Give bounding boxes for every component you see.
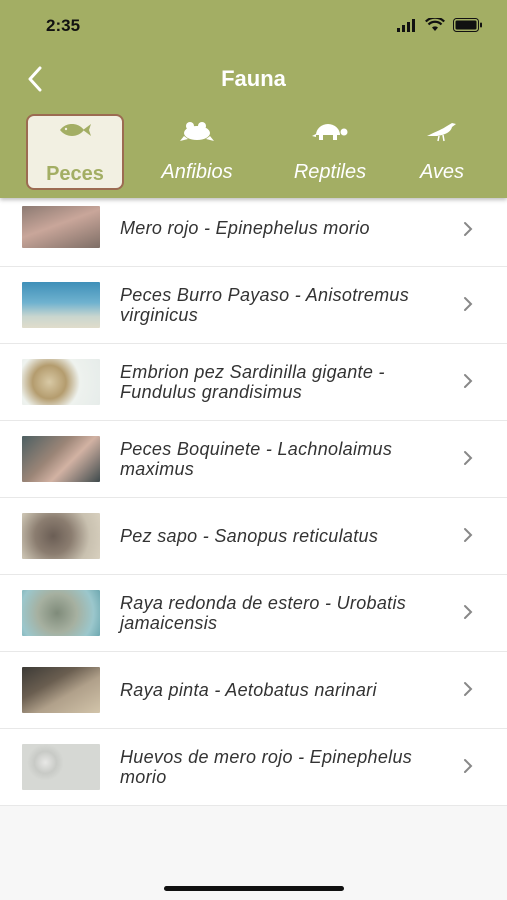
item-thumbnail [22, 359, 100, 405]
page-title: Fauna [221, 66, 286, 91]
bird-icon [404, 120, 480, 142]
list-item[interactable]: Mero rojo - Epinephelus morio [0, 190, 507, 267]
item-name: Huevos de mero rojo - Epinephelus morio [120, 747, 413, 787]
chevron-right-icon [463, 758, 473, 779]
frog-icon [145, 120, 249, 142]
chevron-right-icon [463, 681, 473, 702]
turtle-icon [278, 120, 382, 142]
wifi-icon [425, 16, 445, 37]
fauna-list: Mero rojo - Epinephelus morio Peces Burr… [0, 190, 507, 806]
item-name: Raya redonda de estero - Urobatis jamaic… [120, 593, 407, 633]
tab-reptiles[interactable]: Reptiles [278, 114, 382, 190]
chevron-right-icon [463, 221, 473, 242]
item-thumbnail [22, 282, 100, 328]
item-thumbnail [22, 667, 100, 713]
status-time: 2:35 [46, 16, 81, 35]
chevron-right-icon [463, 373, 473, 394]
item-name: Peces Burro Payaso - Anisotremus virgini… [120, 285, 410, 325]
item-thumbnail [22, 436, 100, 482]
signal-icon [397, 18, 417, 37]
item-name: Embrion pez Sardinilla gigante - Fundulu… [120, 362, 385, 402]
tab-anfibios[interactable]: Anfibios [145, 114, 249, 190]
chevron-right-icon [463, 450, 473, 471]
home-indicator[interactable] [164, 886, 344, 891]
list-item[interactable]: Peces Burro Payaso - Anisotremus virgini… [0, 267, 507, 344]
tab-label: Peces [46, 163, 104, 185]
tab-label: Anfibios [161, 161, 233, 183]
list-item[interactable]: Huevos de mero rojo - Epinephelus morio [0, 729, 507, 806]
app-header: 2:35 Fauna Peces Anfibios Reptiles Aves [0, 0, 507, 198]
list-item[interactable]: Peces Boquinete - Lachnolaimus maximus [0, 421, 507, 498]
list-item[interactable]: Embrion pez Sardinilla gigante - Fundulu… [0, 344, 507, 421]
tab-peces[interactable]: Peces [26, 114, 124, 190]
item-name: Peces Boquinete - Lachnolaimus maximus [120, 439, 393, 479]
chevron-right-icon [463, 604, 473, 625]
item-thumbnail [22, 590, 100, 636]
tab-label: Reptiles [293, 161, 367, 183]
item-name: Pez sapo - Sanopus reticulatus [120, 526, 379, 546]
item-name: Mero rojo - Epinephelus morio [120, 218, 370, 238]
battery-icon [453, 18, 483, 37]
item-name: Raya pinta - Aetobatus narinari [120, 680, 377, 700]
item-thumbnail [22, 206, 100, 248]
list-item[interactable]: Raya redonda de estero - Urobatis jamaic… [0, 575, 507, 652]
item-thumbnail [22, 513, 100, 559]
status-icons [397, 16, 483, 37]
category-tabs: Peces Anfibios Reptiles Aves [0, 114, 507, 194]
list-item[interactable]: Raya pinta - Aetobatus narinari [0, 652, 507, 729]
chevron-right-icon [463, 527, 473, 548]
item-thumbnail [22, 744, 100, 790]
tab-label: Aves [419, 161, 465, 183]
list-item[interactable]: Pez sapo - Sanopus reticulatus [0, 498, 507, 575]
tab-aves[interactable]: Aves [404, 114, 480, 190]
chevron-right-icon [463, 296, 473, 317]
fish-icon [28, 122, 122, 138]
